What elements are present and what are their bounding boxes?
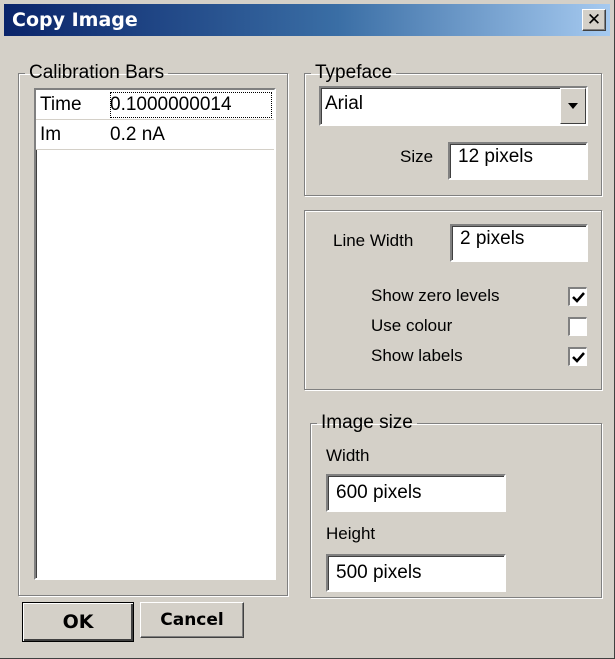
use-colour-label: Use colour (371, 316, 453, 335)
image-size-legend: Image size (321, 412, 413, 433)
typeface-legend: Typeface (315, 62, 393, 83)
width-input[interactable]: 600 pixels (326, 474, 506, 512)
width-label: Width (326, 446, 370, 465)
cancel-button[interactable]: Cancel (140, 602, 244, 638)
show-labels-checkbox[interactable] (568, 347, 587, 366)
title-bar[interactable]: Copy Image ✕ (4, 4, 610, 36)
calibration-list[interactable]: Time 0.1000000014 Im 0.2 nA (34, 88, 276, 580)
font-select-value: Arial (325, 93, 364, 114)
height-label: Height (326, 524, 376, 543)
checkmark-icon (571, 291, 585, 303)
calibration-name: Time (40, 94, 82, 115)
dropdown-button[interactable] (560, 88, 586, 124)
show-zero-levels-checkbox[interactable] (568, 287, 587, 306)
copy-image-dialog: Copy Image ✕ Calibration Bars Time 0.100… (0, 0, 615, 659)
calibration-name: Im (40, 124, 62, 145)
close-icon: ✕ (586, 9, 602, 30)
font-select[interactable]: Arial (319, 86, 588, 126)
calibration-value-input[interactable]: 0.2 nA (110, 124, 272, 146)
size-label: Size (400, 147, 434, 166)
size-input[interactable]: 12 pixels (448, 142, 588, 180)
line-width-label: Line Width (333, 231, 414, 250)
close-button[interactable]: ✕ (582, 9, 606, 31)
checkmark-icon (571, 351, 585, 363)
chevron-down-icon (568, 103, 578, 109)
calibration-bars-legend: Calibration Bars (29, 62, 165, 83)
calibration-row-time[interactable]: Time 0.1000000014 (36, 90, 274, 120)
line-width-input[interactable]: 2 pixels (450, 224, 588, 262)
height-input[interactable]: 500 pixels (326, 554, 506, 592)
calibration-row-im[interactable]: Im 0.2 nA (36, 120, 274, 150)
show-zero-levels-label: Show zero levels (371, 286, 500, 305)
window-title: Copy Image (12, 9, 138, 31)
calibration-value-input[interactable]: 0.1000000014 (110, 92, 272, 118)
ok-button[interactable]: OK (22, 602, 134, 642)
use-colour-checkbox[interactable] (568, 317, 587, 336)
show-labels-label: Show labels (371, 346, 463, 365)
